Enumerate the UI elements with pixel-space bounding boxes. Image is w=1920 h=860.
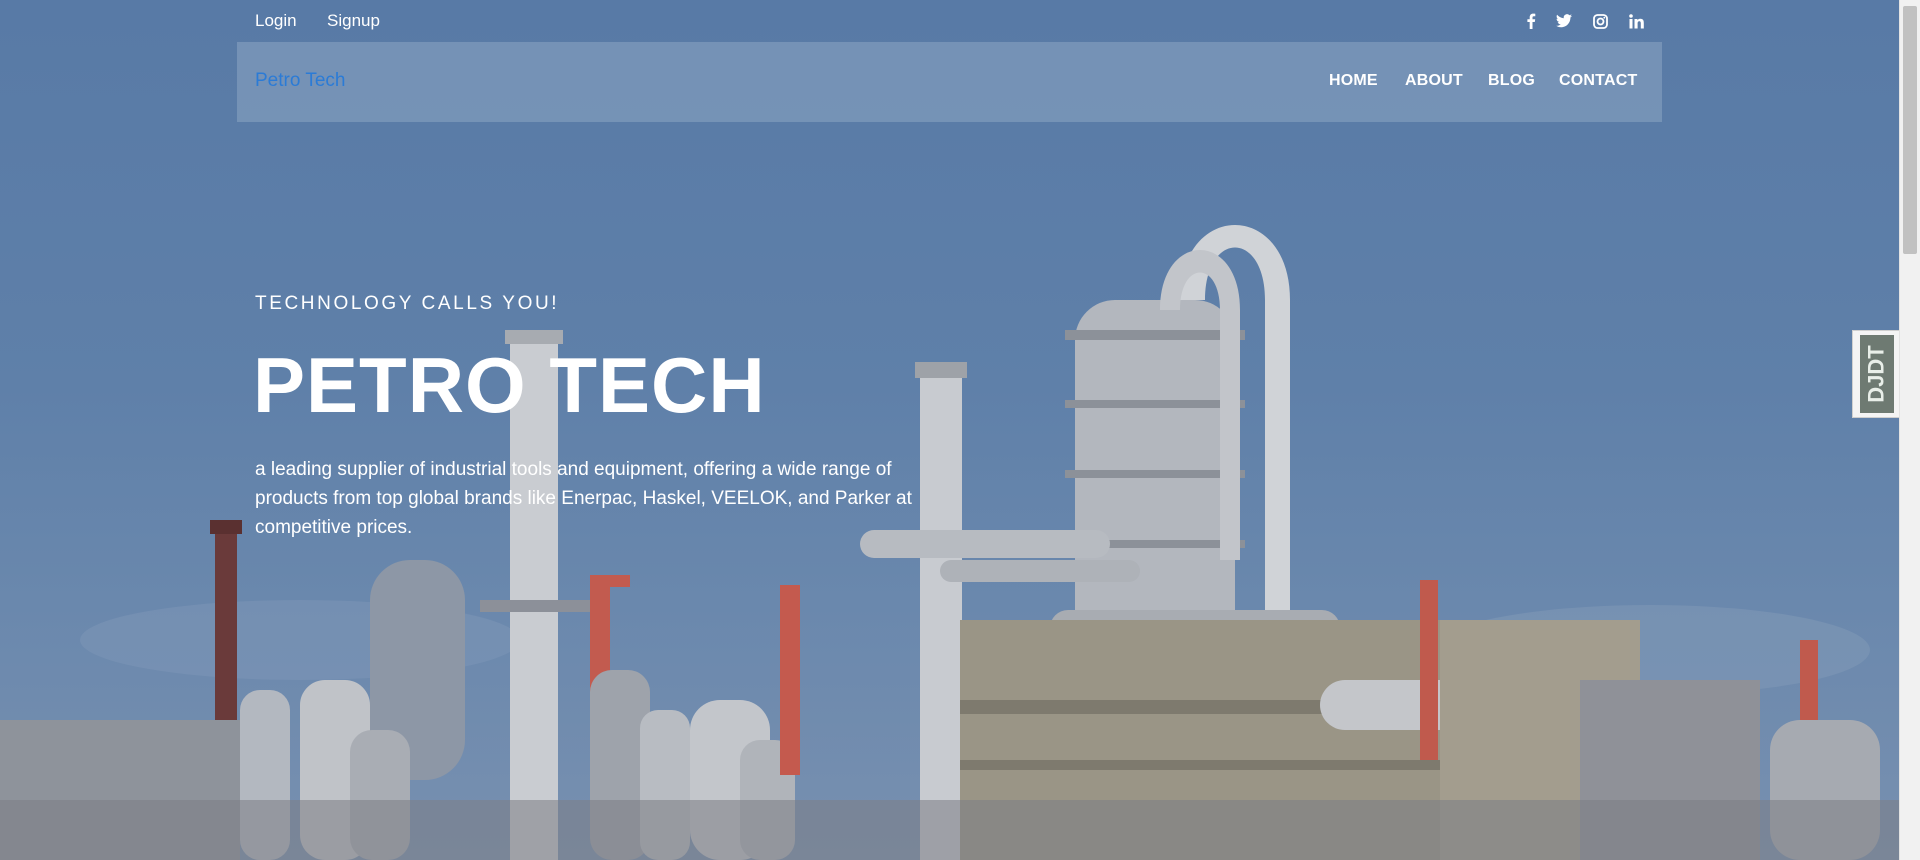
nav-blog[interactable]: BLOG xyxy=(1488,72,1535,90)
nav-home[interactable]: HOME xyxy=(1329,72,1378,90)
login-link[interactable]: Login xyxy=(255,11,297,31)
hero-eyebrow: TECHNOLOGY CALLS YOU! xyxy=(255,293,560,314)
main-navbar: Petro Tech HOME ABOUT BLOG CONTACT xyxy=(237,42,1662,122)
instagram-icon[interactable] xyxy=(1589,10,1611,32)
hero-description: a leading supplier of industrial tools a… xyxy=(255,459,912,538)
linkedin-icon[interactable] xyxy=(1625,10,1647,32)
signup-link[interactable]: Signup xyxy=(327,11,380,31)
refinery-illustration xyxy=(0,225,1900,860)
page-scrollbar[interactable] xyxy=(1899,0,1920,860)
nav-about[interactable]: ABOUT xyxy=(1405,72,1463,90)
debug-toolbar-toggle[interactable]: DJDT xyxy=(1852,330,1900,418)
scrollbar-thumb[interactable] xyxy=(1903,6,1917,254)
brand-logo-link[interactable]: Petro Tech xyxy=(255,70,345,92)
nav-contact[interactable]: CONTACT xyxy=(1559,72,1637,90)
debug-toolbar-label: DJDT xyxy=(1863,345,1889,403)
facebook-icon[interactable] xyxy=(1520,10,1542,32)
top-utility-bar: Login Signup xyxy=(0,0,1900,42)
twitter-icon[interactable] xyxy=(1553,10,1575,32)
debug-toolbar-badge: DJDT xyxy=(1859,335,1894,413)
hero-title: PETRO TECH xyxy=(253,341,766,429)
hero-background xyxy=(0,0,1900,860)
